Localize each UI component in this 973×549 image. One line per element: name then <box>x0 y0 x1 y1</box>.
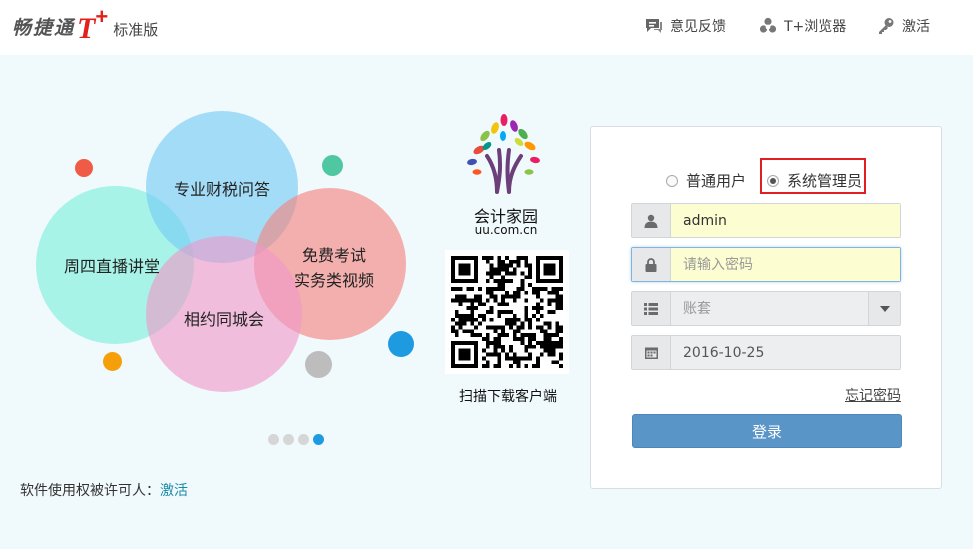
slide-page-2[interactable] <box>283 434 294 445</box>
license-activate-link[interactable]: 激活 <box>160 483 188 499</box>
list-icon-addon <box>632 292 671 325</box>
username-field <box>631 203 901 238</box>
logo-plus: + <box>95 4 109 29</box>
date-input[interactable] <box>671 336 900 369</box>
feedback-label: 意见反馈 <box>670 19 726 35</box>
decor-dot-green <box>322 155 343 176</box>
user-icon-addon <box>632 204 671 237</box>
role-normal-user-radio[interactable] <box>666 174 678 187</box>
feedback-icon <box>646 19 662 33</box>
site-url: uu.com.cn <box>474 223 538 237</box>
browser-icon <box>759 17 777 33</box>
lock-icon <box>645 257 657 272</box>
chevron-down-icon <box>879 305 890 312</box>
role-normal-user-label: 普通用户 <box>686 172 747 190</box>
browser-label: T+浏览器 <box>784 19 847 35</box>
bubble-label-tax-qa: 专业财税问答 <box>173 180 270 199</box>
decor-dot-orange <box>103 352 122 371</box>
username-input[interactable] <box>671 204 900 237</box>
selection-highlight <box>760 158 866 194</box>
license-info: 软件使用权被许可人：激活 <box>20 480 188 500</box>
qr-code-icon <box>451 256 563 368</box>
bubble-label-video: 实务类视频 <box>293 271 374 290</box>
user-icon <box>644 214 658 228</box>
bubble-label-free-exam: 免费考试 <box>301 246 366 265</box>
forgot-password-link[interactable]: 忘记密码 <box>845 385 901 405</box>
header: 畅捷通 T + 标准版 意见反馈 T+浏览器 激活 <box>0 0 973 55</box>
logo-edition: 标准版 <box>113 21 159 39</box>
license-label: 软件使用权被许可人： <box>20 483 160 499</box>
account-input[interactable] <box>671 292 868 325</box>
lock-icon-addon <box>632 248 671 281</box>
qr-caption: 扫描下载客户端 <box>459 389 557 405</box>
bubble-label-live-class: 周四直播讲堂 <box>63 257 160 276</box>
login-button[interactable]: 登录 <box>632 414 902 448</box>
slide-page-1[interactable] <box>268 434 279 445</box>
account-select[interactable] <box>631 291 901 326</box>
slide-page-3[interactable] <box>298 434 309 445</box>
decor-dot-red <box>75 159 93 177</box>
logo-brand-text: 畅捷通 <box>12 17 76 39</box>
slide-page-4[interactable] <box>313 434 324 445</box>
activate-label: 激活 <box>902 19 930 35</box>
activate-link[interactable]: 激活 <box>877 16 930 36</box>
browser-link[interactable]: T+浏览器 <box>759 16 846 36</box>
decor-dot-blue <box>388 331 414 357</box>
role-normal-user[interactable]: 普通用户 <box>666 170 746 191</box>
calendar-icon-addon <box>632 336 671 369</box>
decor-dot-grey <box>305 351 332 378</box>
list-icon <box>644 302 658 315</box>
slide-pager <box>268 434 324 445</box>
password-field <box>631 247 901 282</box>
calendar-icon <box>644 347 658 359</box>
password-input[interactable] <box>671 248 900 281</box>
date-field <box>631 335 901 370</box>
bubble-label-city-meetup: 相约同城会 <box>183 310 264 329</box>
dropdown-toggle[interactable] <box>868 292 900 325</box>
logo-t: T <box>77 12 96 45</box>
key-icon <box>879 18 894 34</box>
logo: 畅捷通 T + 标准版 <box>12 4 159 44</box>
qr-code <box>445 250 569 374</box>
feedback-link[interactable]: 意见反馈 <box>645 16 726 36</box>
tree-logo-icon <box>467 114 540 194</box>
